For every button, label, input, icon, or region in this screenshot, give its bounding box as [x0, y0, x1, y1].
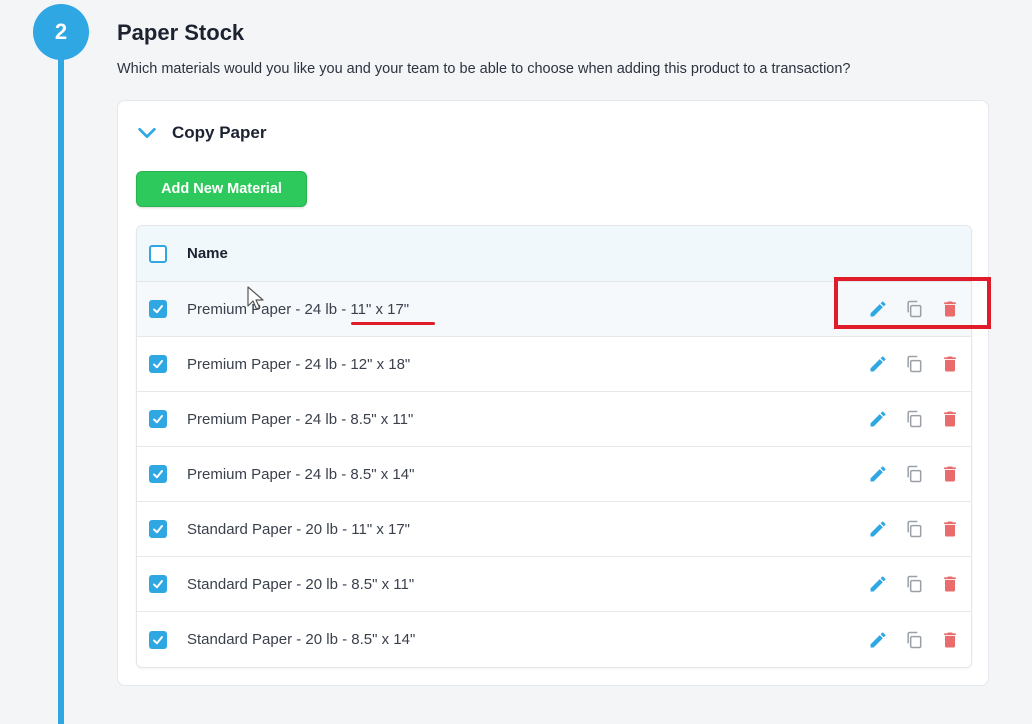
duplicate-button[interactable] [903, 463, 925, 485]
copy-icon [907, 355, 922, 373]
step-rail [58, 40, 64, 724]
checkmark-icon [153, 580, 163, 589]
table-row[interactable]: Standard Paper - 20 lb - 8.5" x 11" [137, 557, 971, 612]
material-name: Premium Paper - 24 lb - 12" x 18" [187, 355, 411, 373]
edit-button[interactable] [867, 463, 889, 485]
checkmark-icon [153, 470, 163, 479]
table-row[interactable]: Premium Paper - 24 lb - 8.5" x 11" [137, 392, 971, 447]
edit-button[interactable] [867, 629, 889, 651]
trash-icon [944, 466, 956, 482]
duplicate-button[interactable] [903, 408, 925, 430]
edit-button[interactable] [867, 573, 889, 595]
select-all-checkbox[interactable] [149, 244, 167, 263]
section-title: Paper Stock [117, 20, 245, 45]
section-description: Which materials would you like you and y… [117, 61, 851, 77]
material-name: Premium Paper - 24 lb - 11" x 17" [187, 300, 410, 318]
delete-button[interactable] [939, 353, 961, 375]
row-actions [867, 337, 961, 391]
duplicate-button[interactable] [903, 518, 925, 540]
copy-icon [907, 465, 922, 483]
edit-button[interactable] [867, 353, 889, 375]
material-group-card: Copy Paper Add New Material Name Premium… [117, 100, 989, 686]
pencil-icon [870, 521, 886, 537]
column-header-name: Name [187, 245, 228, 262]
table-row[interactable]: Premium Paper - 24 lb - 8.5" x 14" [137, 447, 971, 502]
table-row[interactable]: Standard Paper - 20 lb - 8.5" x 14" [137, 612, 971, 667]
material-name: Standard Paper - 20 lb - 11" x 17" [187, 520, 411, 538]
checkmark-icon [153, 360, 163, 369]
pencil-icon [870, 466, 886, 482]
delete-button[interactable] [939, 463, 961, 485]
trash-icon [944, 576, 956, 592]
group-header[interactable]: Copy Paper [136, 121, 266, 145]
row-actions [867, 557, 961, 611]
pencil-icon [870, 576, 886, 592]
copy-icon [907, 631, 922, 648]
pencil-icon [870, 356, 886, 372]
table-header: Name [137, 226, 971, 282]
duplicate-button[interactable] [903, 573, 925, 595]
trash-icon [944, 411, 956, 427]
copy-icon [907, 575, 922, 593]
row-checkbox[interactable] [149, 630, 167, 649]
trash-icon [944, 356, 956, 372]
trash-icon [944, 632, 956, 647]
mouse-cursor-icon [247, 286, 264, 310]
pencil-icon [870, 631, 886, 647]
annotation-highlight-box [834, 277, 991, 329]
delete-button[interactable] [939, 629, 961, 651]
row-actions [867, 612, 961, 667]
pencil-icon [870, 411, 886, 427]
trash-icon [944, 521, 956, 537]
row-actions [867, 447, 961, 501]
row-actions [867, 502, 961, 556]
row-checkbox[interactable] [149, 410, 167, 428]
step-number-badge: 2 [33, 4, 89, 60]
row-checkbox[interactable] [149, 520, 167, 538]
delete-button[interactable] [939, 518, 961, 540]
copy-icon [907, 520, 922, 538]
table-row[interactable]: Standard Paper - 20 lb - 11" x 17" [137, 502, 971, 557]
table-row[interactable]: Premium Paper - 24 lb - 12" x 18" [137, 337, 971, 392]
material-name: Premium Paper - 24 lb - 8.5" x 11" [187, 410, 414, 428]
checkmark-icon [153, 635, 163, 644]
chevron-down-icon[interactable] [136, 122, 158, 144]
duplicate-button[interactable] [903, 353, 925, 375]
group-title: Copy Paper [172, 123, 267, 142]
row-checkbox[interactable] [149, 300, 167, 318]
checkmark-icon [153, 305, 163, 314]
row-checkbox[interactable] [149, 465, 167, 483]
edit-button[interactable] [867, 408, 889, 430]
edit-button[interactable] [867, 518, 889, 540]
material-name: Premium Paper - 24 lb - 8.5" x 14" [187, 465, 415, 483]
step-number: 2 [54, 19, 68, 44]
checkmark-icon [153, 415, 163, 424]
table-body: Premium Paper - 24 lb - 11" x 17" Premiu… [137, 282, 971, 667]
row-checkbox[interactable] [149, 355, 167, 373]
row-checkbox[interactable] [149, 575, 167, 593]
checkmark-icon [153, 525, 163, 534]
annotation-underline [351, 322, 435, 325]
material-name: Standard Paper - 20 lb - 8.5" x 14" [187, 631, 416, 648]
row-actions [867, 392, 961, 446]
delete-button[interactable] [939, 408, 961, 430]
duplicate-button[interactable] [903, 629, 925, 651]
copy-icon [907, 410, 922, 428]
add-new-material-button[interactable]: Add New Material [136, 171, 307, 207]
material-name: Standard Paper - 20 lb - 8.5" x 11" [187, 575, 415, 593]
delete-button[interactable] [939, 573, 961, 595]
page: 2 Paper Stock Which materials would you … [0, 0, 1032, 724]
